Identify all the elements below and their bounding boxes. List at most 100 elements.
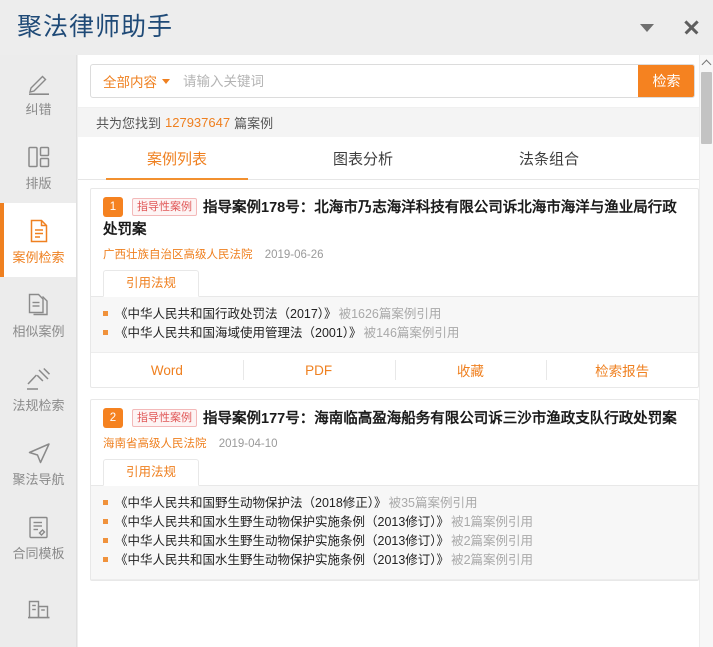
- sidebar-item-label: 法规检索: [12, 398, 65, 413]
- window-titlebar: 聚法律师助手: [0, 0, 713, 55]
- case-card[interactable]: 1 指导性案例 指导案例178号：北海市乃志海洋科技有限公司诉北海市海洋与渔业局行政…: [90, 188, 699, 388]
- sidebar: 纠错 排版 案例检索 相似案例 法规检索 聚法导航 合同模板: [0, 55, 77, 647]
- citation-item[interactable]: 《中华人民共和国水生野生动物保护实施条例（2013修订）》 被1篇案例引用: [103, 513, 686, 532]
- scroll-up-button[interactable]: [700, 55, 713, 70]
- tab-case-list[interactable]: 案例列表: [84, 137, 270, 180]
- citation-tab-statutes[interactable]: 引用法规: [103, 459, 200, 486]
- citation-tabs: 引用法规: [91, 457, 698, 486]
- case-title[interactable]: 指导案例177号：海南临高盈海船务有限公司诉三沙市渔政支队行政处罚案: [203, 411, 677, 427]
- citation-count: 被1626篇案例引用: [338, 307, 442, 321]
- window-scrollbar[interactable]: [699, 55, 713, 647]
- main-content: 全部内容 检索 共为您找到 127937647 篇案例 案例列表 图表分析 法条…: [78, 55, 713, 647]
- case-date: 2019-06-26: [264, 249, 324, 261]
- citation-name: 《中华人民共和国野生动物保护法（2018修正）》: [115, 496, 387, 510]
- sidebar-item-jiucuo[interactable]: 纠错: [0, 55, 76, 129]
- scrollbar-thumb[interactable]: [701, 72, 712, 144]
- case-date: 2019-04-10: [218, 438, 278, 450]
- tab-chart-analysis[interactable]: 图表分析: [270, 137, 456, 179]
- guiding-case-tag: 指导性案例: [132, 198, 197, 216]
- case-meta: 广西壮族自治区高级人民法院 2019-06-26: [103, 248, 684, 262]
- favorite-button[interactable]: 收藏: [394, 353, 547, 387]
- citation-name: 《中华人民共和国行政处罚法（2017）》: [115, 307, 337, 321]
- search-bar: 全部内容 检索: [78, 55, 713, 107]
- guiding-case-tag: 指导性案例: [132, 409, 197, 427]
- pencil-icon: [24, 68, 54, 98]
- search-scope-dropdown[interactable]: 全部内容: [91, 71, 179, 91]
- sidebar-item-label: 纠错: [25, 102, 52, 117]
- case-title-row: 1 指导性案例 指导案例178号：北海市乃志海洋科技有限公司诉北海市海洋与渔业局行政…: [103, 197, 684, 241]
- citation-item[interactable]: 《中华人民共和国行政处罚法（2017）》 被1626篇案例引用: [103, 305, 686, 324]
- case-card[interactable]: 2 指导性案例 指导案例177号：海南临高盈海船务有限公司诉三沙市渔政支队行政处罚案…: [90, 399, 699, 581]
- case-title-row: 2 指导性案例 指导案例177号：海南临高盈海船务有限公司诉三沙市渔政支队行政处罚案: [103, 408, 684, 430]
- sidebar-item-label: 聚法导航: [12, 472, 65, 487]
- tab-statute-combination[interactable]: 法条组合: [456, 137, 642, 179]
- citation-list: 《中华人民共和国行政处罚法（2017）》 被1626篇案例引用 《中华人民共和国海…: [91, 297, 698, 353]
- citation-item[interactable]: 《中华人民共和国水生野生动物保护实施条例（2013修订）》 被2篇案例引用: [103, 532, 686, 551]
- close-icon: [683, 19, 700, 36]
- sidebar-item-label: 合同模板: [12, 546, 65, 561]
- search-report-button[interactable]: 检索报告: [546, 353, 698, 387]
- sidebar-item-xiangsianli[interactable]: 相似案例: [0, 277, 76, 351]
- case-rank-badge: 2: [103, 408, 123, 428]
- copy-document-icon: [24, 290, 54, 320]
- bullet-icon: [103, 500, 108, 505]
- citation-count: 被2篇案例引用: [451, 534, 534, 548]
- sidebar-item-building[interactable]: [0, 573, 76, 647]
- building-icon: [24, 593, 54, 623]
- case-meta: 海南省高级人民法院 2019-04-10: [103, 437, 684, 451]
- search-button[interactable]: 检索: [638, 65, 694, 97]
- layout-icon: [24, 142, 54, 172]
- citation-count: 被35篇案例引用: [388, 496, 478, 510]
- export-pdf-button[interactable]: PDF: [242, 353, 395, 387]
- caret-down-icon: [162, 78, 170, 84]
- case-header: 2 指导性案例 指导案例177号：海南临高盈海船务有限公司诉三沙市渔政支队行政处罚案…: [91, 400, 698, 457]
- result-tabs: 案例列表 图表分析 法条组合: [78, 137, 713, 180]
- search-box: 全部内容 检索: [90, 64, 695, 98]
- citation-list: 《中华人民共和国野生动物保护法（2018修正）》 被35篇案例引用 《中华人民共和…: [91, 486, 698, 580]
- result-count-suffix: 篇案例: [234, 116, 274, 131]
- sidebar-item-jufadaohang[interactable]: 聚法导航: [0, 425, 76, 499]
- case-rank-badge: 1: [103, 197, 123, 217]
- citation-name: 《中华人民共和国海域使用管理法（2001）》: [115, 326, 362, 340]
- sidebar-item-faguijiansuo[interactable]: 法规检索: [0, 351, 76, 425]
- sidebar-item-label: 案例检索: [12, 250, 65, 265]
- citation-item[interactable]: 《中华人民共和国水生野生动物保护实施条例（2013修订）》 被2篇案例引用: [103, 551, 686, 570]
- bullet-icon: [103, 330, 108, 335]
- search-input[interactable]: [179, 65, 638, 97]
- document-icon: [24, 216, 54, 246]
- contract-icon: [24, 512, 54, 542]
- case-court: 广西壮族自治区高级人民法院: [103, 249, 253, 261]
- citation-name: 《中华人民共和国水生野生动物保护实施条例（2013修订）》: [115, 515, 450, 529]
- bullet-icon: [103, 557, 108, 562]
- bullet-icon: [103, 519, 108, 524]
- minimize-button[interactable]: [625, 5, 669, 51]
- sidebar-item-label: 相似案例: [12, 324, 65, 339]
- case-results-list: 1 指导性案例 指导案例178号：北海市乃志海洋科技有限公司诉北海市海洋与渔业局行政…: [78, 55, 713, 647]
- citation-count: 被2篇案例引用: [451, 553, 534, 567]
- app-title: 聚法律师助手: [17, 13, 174, 41]
- case-header: 1 指导性案例 指导案例178号：北海市乃志海洋科技有限公司诉北海市海洋与渔业局行政…: [91, 189, 698, 268]
- navigation-icon: [24, 438, 54, 468]
- citation-tabs: 引用法规: [91, 268, 698, 297]
- citation-item[interactable]: 《中华人民共和国野生动物保护法（2018修正）》 被35篇案例引用: [103, 494, 686, 513]
- bullet-icon: [103, 311, 108, 316]
- sidebar-item-hetongmuban[interactable]: 合同模板: [0, 499, 76, 573]
- citation-count: 被146篇案例引用: [363, 326, 460, 340]
- export-word-button[interactable]: Word: [91, 353, 243, 387]
- bullet-icon: [103, 538, 108, 543]
- sidebar-item-label: 排版: [25, 176, 52, 191]
- search-scope-label: 全部内容: [103, 75, 157, 90]
- citation-count: 被1篇案例引用: [451, 515, 534, 529]
- citation-item[interactable]: 《中华人民共和国海域使用管理法（2001）》 被146篇案例引用: [103, 324, 686, 343]
- chevron-up-icon: [701, 59, 712, 69]
- case-actions: Word PDF 收藏 检索报告: [91, 353, 698, 387]
- result-count-number: 127937647: [165, 115, 231, 130]
- sidebar-item-paiban[interactable]: 排版: [0, 129, 76, 203]
- result-count-bar: 共为您找到 127937647 篇案例: [78, 107, 713, 137]
- case-court: 海南省高级人民法院: [103, 438, 207, 450]
- sidebar-item-anlijiansuo[interactable]: 案例检索: [0, 203, 76, 277]
- close-button[interactable]: [669, 5, 713, 51]
- result-count-prefix: 共为您找到: [96, 116, 162, 131]
- citation-tab-statutes[interactable]: 引用法规: [103, 270, 200, 297]
- gavel-icon: [24, 364, 54, 394]
